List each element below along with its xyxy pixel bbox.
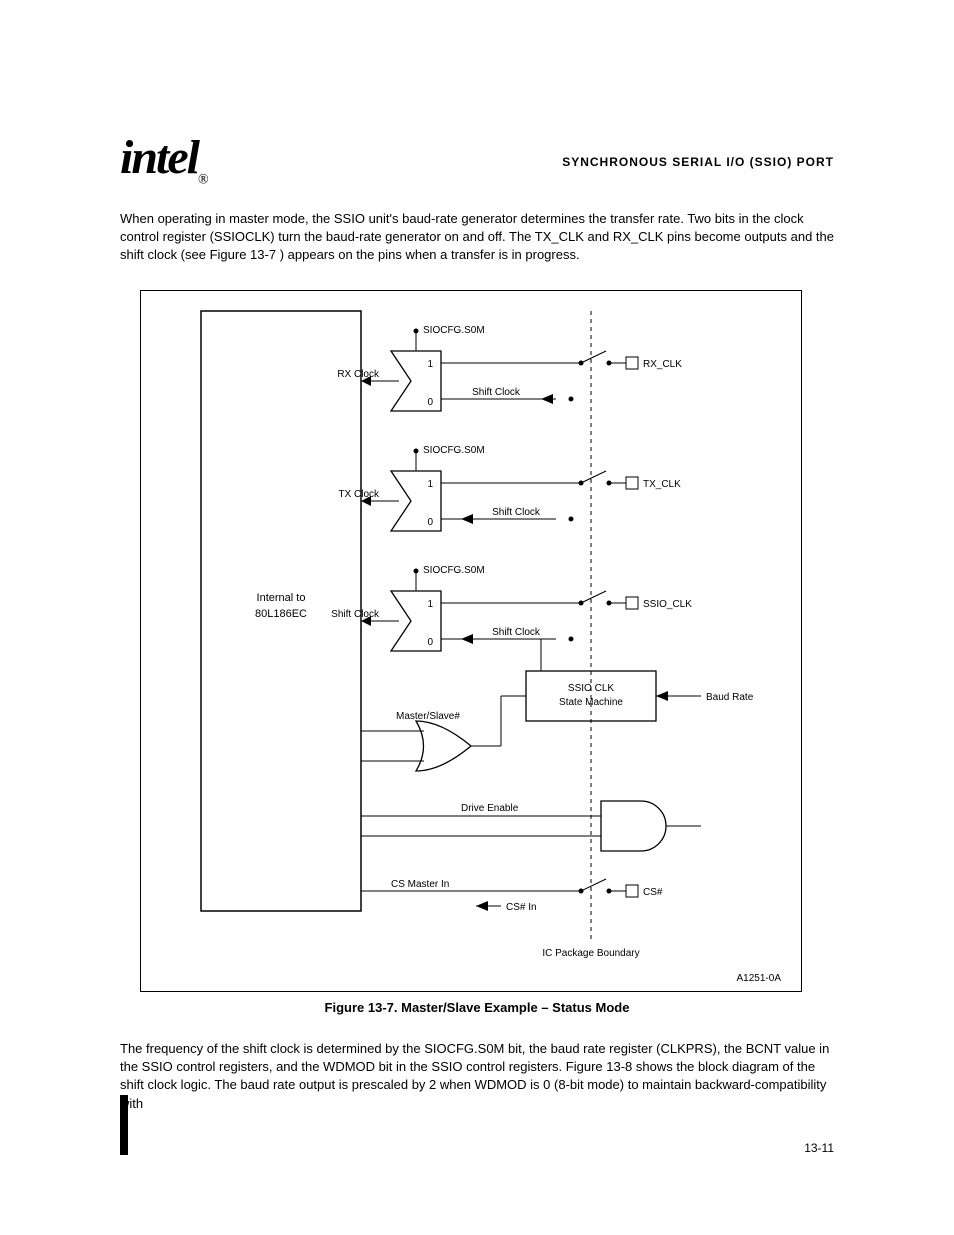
mux-rx: 1 0 SIOCFG.S0M	[391, 325, 485, 411]
para-1-link: Figure 13-7	[210, 247, 276, 262]
rx-clk-pad	[626, 357, 638, 369]
svg-text:Shift Clock: Shift Clock	[492, 507, 541, 518]
block-label-line2: 80L186EC	[255, 608, 307, 620]
ssio-clk-pin-label: SSIO_CLK	[643, 599, 692, 610]
svg-text:0: 0	[427, 517, 433, 528]
cs-pad	[626, 885, 638, 897]
para-1: When operating in master mode, the SSIO …	[120, 210, 834, 265]
svg-text:Shift Clock: Shift Clock	[331, 609, 380, 620]
ic-boundary-label: IC Package Boundary	[542, 948, 639, 959]
intel-logo: intel®	[120, 130, 207, 189]
para-2: The frequency of the shift clock is dete…	[120, 1040, 834, 1113]
shift-clock-label-1: Shift Clock	[472, 387, 521, 398]
diagram-code: A1251-0A	[737, 973, 782, 984]
state-machine-label-2: State Machine	[559, 697, 623, 708]
diagram-frame: Internal to 80L186EC IC Package Boundary…	[140, 290, 802, 992]
svg-text:0: 0	[427, 637, 433, 648]
svg-text:1: 1	[427, 599, 433, 610]
svg-text:SIOCFG.S0M: SIOCFG.S0M	[423, 445, 485, 456]
cs-in-label: CS# In	[506, 902, 537, 913]
or-gate	[416, 721, 471, 771]
cs-pin-label: CS#	[643, 887, 663, 898]
svg-text:0: 0	[427, 397, 433, 408]
state-machine-label-1: SSIO CLK	[568, 683, 614, 694]
svg-text:1: 1	[427, 359, 433, 370]
tx-clock-label: TX Clock	[338, 489, 380, 500]
diagram-svg: Internal to 80L186EC IC Package Boundary…	[141, 291, 801, 991]
page-number: 13-11	[804, 1141, 834, 1155]
drive-enable-label: Drive Enable	[461, 803, 519, 814]
block-label-line1: Internal to	[257, 592, 306, 604]
para-1b: ) appears on the pins when a transfer is…	[280, 247, 580, 262]
cs-master-label: CS Master In	[391, 879, 449, 890]
baud-rate-label: Baud Rate	[706, 692, 754, 703]
rx-clock-label: RX Clock	[337, 369, 380, 380]
intel-logo-sub: ®	[198, 173, 207, 188]
ssio-clk-pad	[626, 597, 638, 609]
figure-caption: Figure 13-7. Master/Slave Example – Stat…	[0, 1000, 954, 1015]
svg-text:SIOCFG.S0M: SIOCFG.S0M	[423, 325, 485, 336]
doc-title: SYNCHRONOUS SERIAL I/O (SSIO) PORT	[562, 155, 834, 169]
svg-text:1: 1	[427, 479, 433, 490]
arrow-icon	[541, 394, 553, 404]
and-gate	[601, 801, 666, 851]
svg-text:Shift Clock: Shift Clock	[492, 627, 541, 638]
master-slave-label: Master/Slave#	[396, 711, 460, 722]
tx-clk-pad	[626, 477, 638, 489]
svg-text:SIOCFG.S0M: SIOCFG.S0M	[423, 565, 485, 576]
intel-logo-text: intel	[120, 131, 198, 184]
tx-clk-pin-label: TX_CLK	[643, 479, 681, 490]
change-bar	[120, 1095, 128, 1155]
rx-clk-pin-label: RX_CLK	[643, 359, 682, 370]
